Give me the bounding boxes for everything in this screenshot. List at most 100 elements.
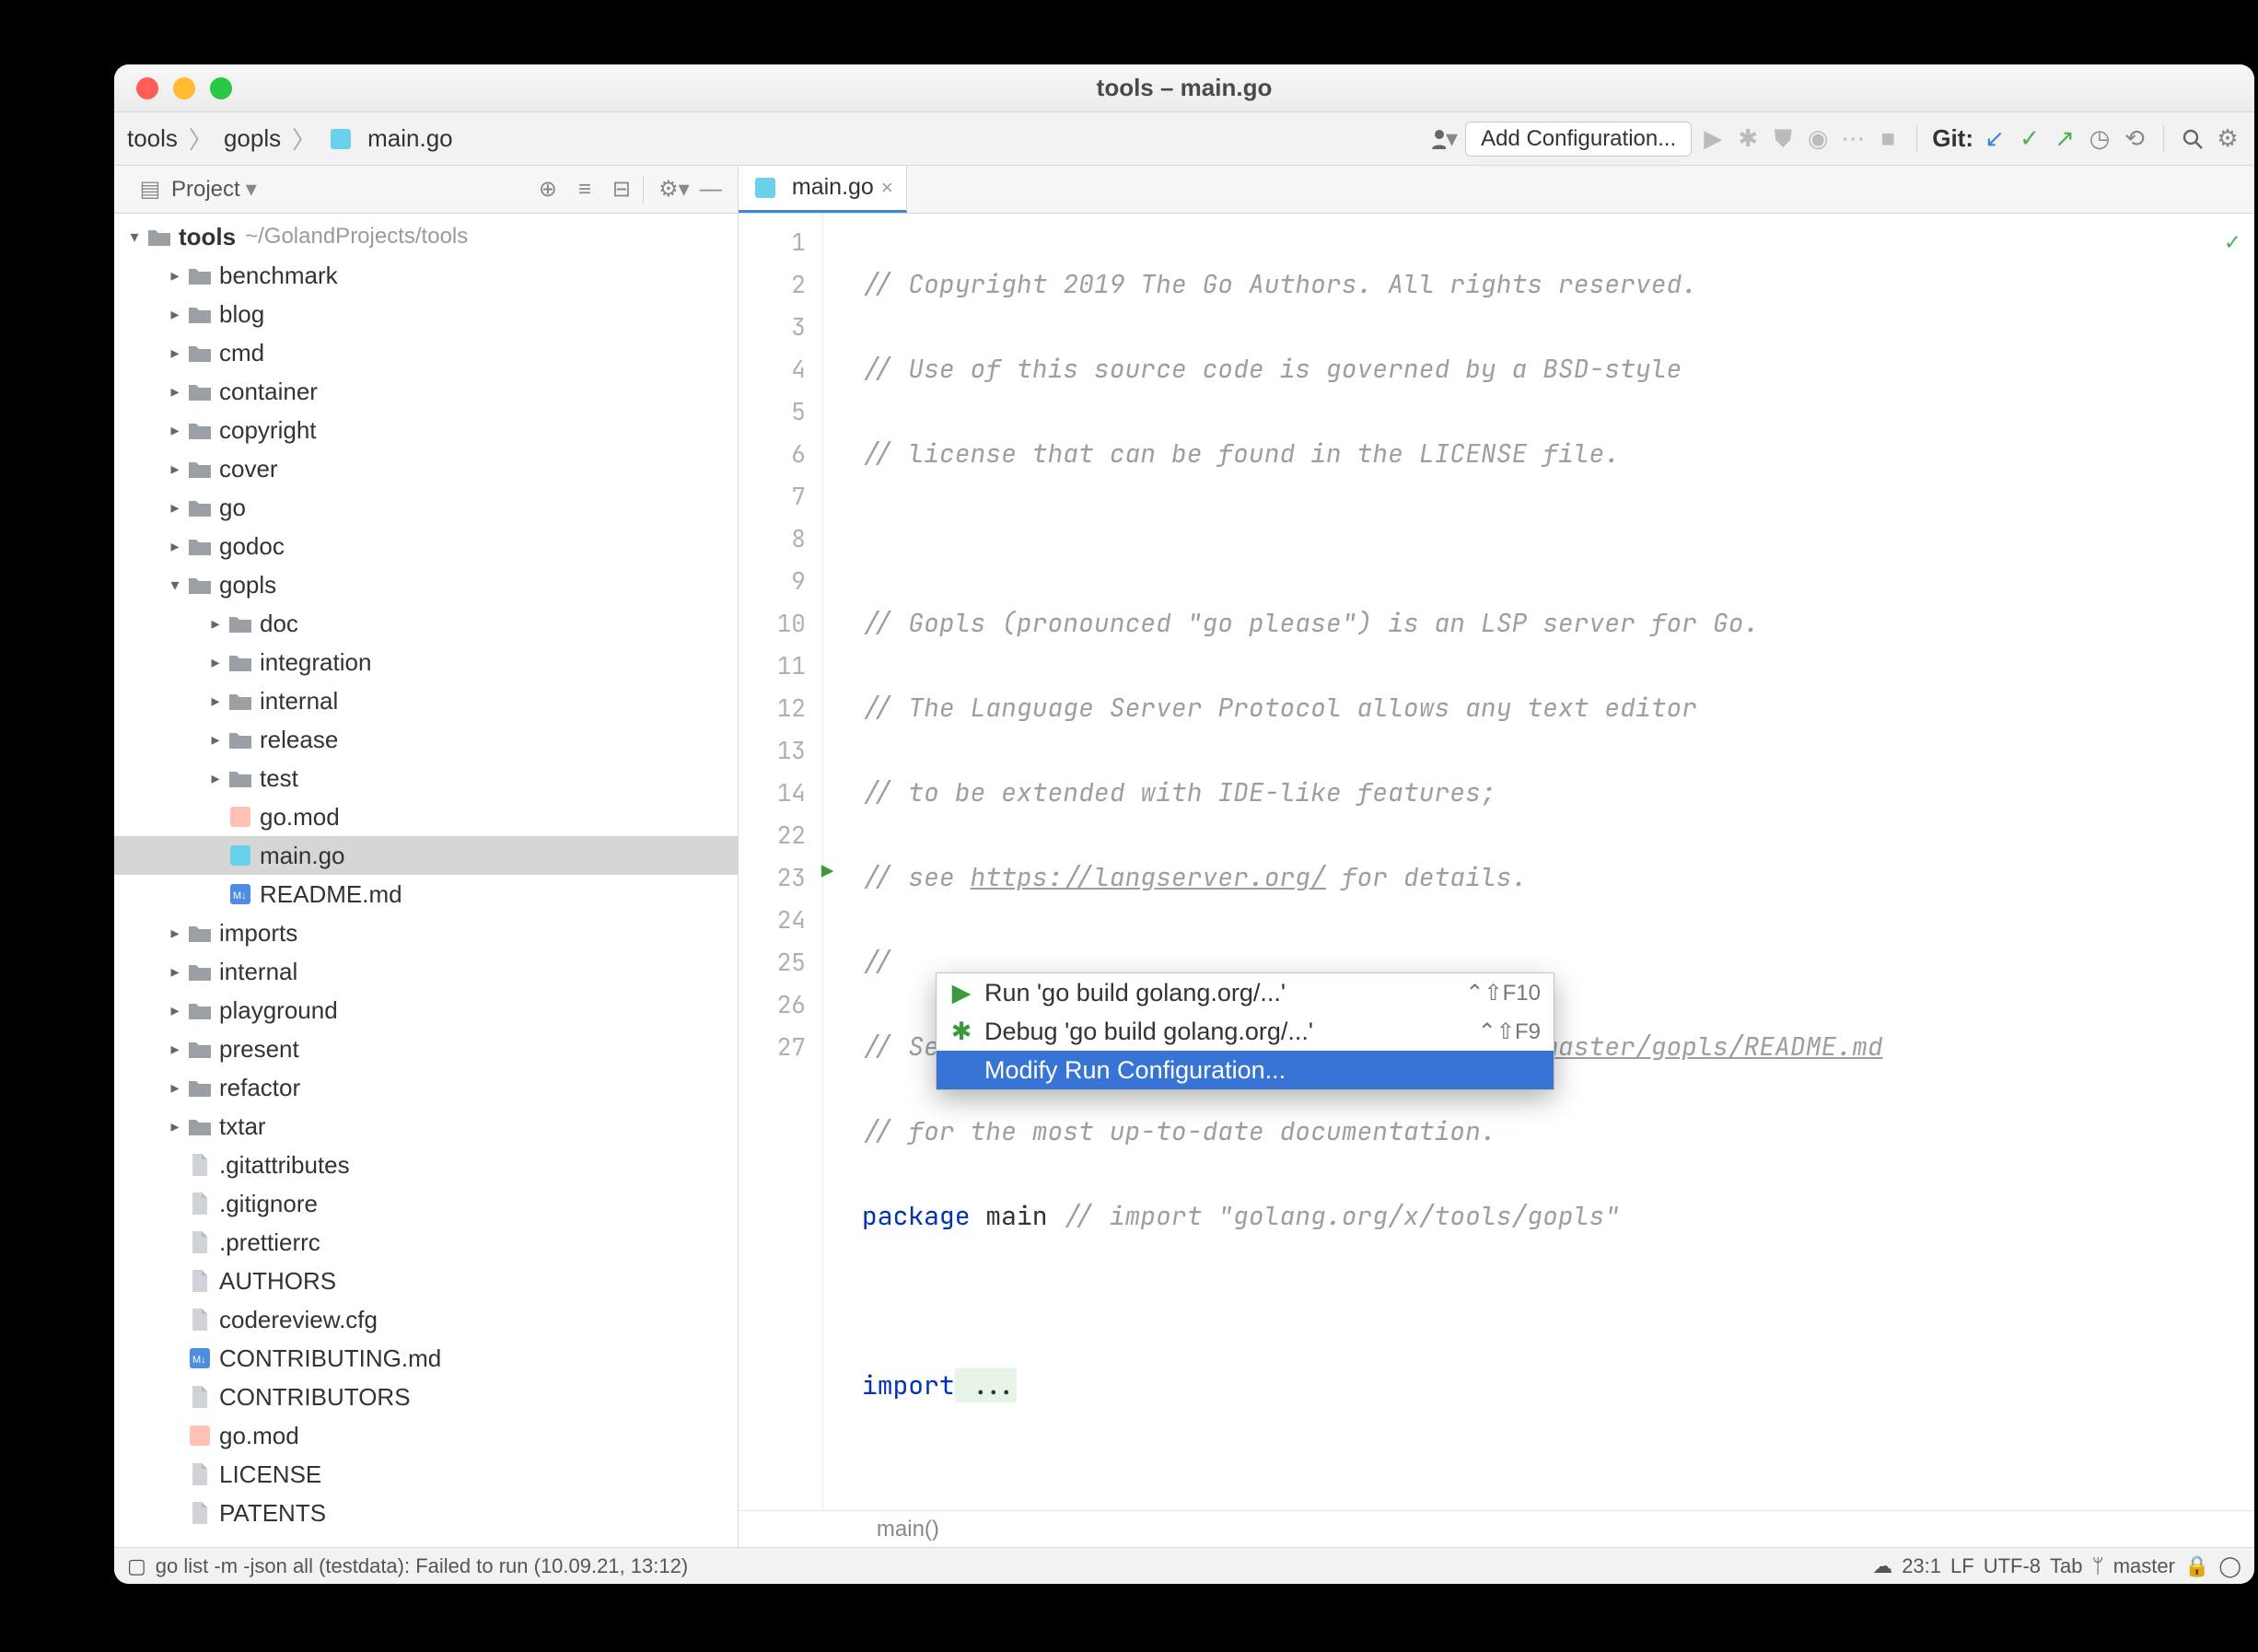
analysis-ok-icon[interactable]: ✓ xyxy=(2225,225,2240,257)
project-tool-title[interactable]: Project xyxy=(171,177,240,203)
tree-row[interactable]: LICENSE xyxy=(114,1455,738,1494)
disclosure-arrow-icon[interactable]: ▸ xyxy=(164,1040,186,1059)
tree-row[interactable]: ▸imports xyxy=(114,913,738,952)
file-encoding[interactable]: UTF-8 xyxy=(1984,1554,2041,1578)
disclosure-arrow-icon[interactable]: ▸ xyxy=(164,1117,186,1136)
tree-row[interactable]: ▸go xyxy=(114,488,738,527)
tree-row[interactable]: .gitattributes xyxy=(114,1146,738,1184)
tree-row[interactable]: ▸internal xyxy=(114,952,738,991)
tree-row[interactable]: ▸playground xyxy=(114,991,738,1030)
disclosure-arrow-icon[interactable]: ▸ xyxy=(204,653,227,672)
disclosure-arrow-icon[interactable]: ▸ xyxy=(164,498,186,518)
disclosure-arrow-icon[interactable]: ▸ xyxy=(164,537,186,556)
indent-setting[interactable]: Tab xyxy=(2050,1554,2082,1578)
tree-row[interactable]: ▸release xyxy=(114,720,738,759)
caret-position[interactable]: 23:1 xyxy=(1902,1554,1941,1578)
chevron-down-icon[interactable]: ▾ xyxy=(246,176,257,203)
tree-row[interactable]: ▸blog xyxy=(114,295,738,333)
run-icon[interactable]: ▶ xyxy=(1699,125,1727,153)
tree-row[interactable]: ▸test xyxy=(114,759,738,797)
tree-row[interactable]: ▸benchmark xyxy=(114,256,738,295)
rollback-icon[interactable]: ⟲ xyxy=(2121,125,2148,153)
collapse-all-icon[interactable]: ⊟ xyxy=(608,176,635,204)
disclosure-arrow-icon[interactable]: ▸ xyxy=(164,266,186,285)
search-icon[interactable] xyxy=(2179,125,2206,153)
tree-row[interactable]: ▸internal xyxy=(114,681,738,720)
tree-row[interactable]: go.mod xyxy=(114,797,738,836)
modify-run-config-action[interactable]: Modify Run Configuration... xyxy=(937,1051,1554,1089)
breadcrumb-file[interactable]: main.go xyxy=(367,124,453,153)
tree-row[interactable]: ▸container xyxy=(114,372,738,411)
tree-row[interactable]: .gitignore xyxy=(114,1184,738,1223)
structure-breadcrumb[interactable]: main() xyxy=(739,1510,2254,1547)
run-gutter-icon[interactable]: ▶ xyxy=(821,858,833,885)
disclosure-arrow-icon[interactable]: ▸ xyxy=(164,1001,186,1020)
tree-row[interactable]: PATENTS xyxy=(114,1494,738,1532)
disclosure-arrow-icon[interactable]: ▸ xyxy=(204,614,227,634)
tree-row[interactable]: ▸cover xyxy=(114,449,738,488)
titlebar[interactable]: tools – main.go xyxy=(114,64,2254,112)
debug-icon[interactable]: ✱ xyxy=(1734,125,1762,153)
disclosure-arrow-icon[interactable]: ▸ xyxy=(164,305,186,324)
tree-row[interactable]: CONTRIBUTORS xyxy=(114,1378,738,1416)
tab-main-go[interactable]: main.go × xyxy=(739,166,907,213)
settings-icon[interactable]: ⚙ xyxy=(2214,125,2241,153)
history-icon[interactable]: ◷ xyxy=(2086,125,2113,153)
tree-row[interactable]: main.go xyxy=(114,836,738,875)
push-icon[interactable]: ↗ xyxy=(2051,125,2078,153)
disclosure-arrow-icon[interactable]: ▸ xyxy=(164,421,186,440)
tool-windows-icon[interactable]: ▢ xyxy=(127,1554,146,1578)
git-branch[interactable]: master xyxy=(2113,1554,2175,1578)
tree-row[interactable]: ▸integration xyxy=(114,643,738,681)
disclosure-arrow-icon[interactable]: ▸ xyxy=(164,343,186,363)
lock-icon[interactable]: 🔒 xyxy=(2184,1554,2209,1578)
disclosure-arrow-icon[interactable]: ▸ xyxy=(164,924,186,943)
tree-row[interactable]: ▸cmd xyxy=(114,333,738,372)
disclosure-arrow-icon[interactable]: ▸ xyxy=(164,962,186,982)
tree-row[interactable]: ▾gopls xyxy=(114,565,738,604)
background-tasks-icon[interactable]: ◯ xyxy=(2218,1554,2241,1578)
minimize-window-button[interactable] xyxy=(173,77,195,99)
tree-row[interactable]: .prettierrc xyxy=(114,1223,738,1262)
add-configuration-button[interactable]: Add Configuration... xyxy=(1465,122,1692,157)
status-message[interactable]: go list -m -json all (testdata): Failed … xyxy=(156,1554,688,1578)
tree-row[interactable]: ▸present xyxy=(114,1030,738,1068)
disclosure-arrow-icon[interactable]: ▾ xyxy=(164,576,186,595)
tree-row[interactable]: ▸refactor xyxy=(114,1068,738,1107)
zoom-window-button[interactable] xyxy=(210,77,232,99)
breadcrumb-folder[interactable]: gopls xyxy=(224,124,281,153)
tree-row[interactable]: codereview.cfg xyxy=(114,1300,738,1339)
code-content[interactable]: // Copyright 2019 The Go Authors. All ri… xyxy=(855,214,2254,1510)
project-tree[interactable]: ▾ tools ~/GolandProjects/tools ▸benchmar… xyxy=(114,214,738,1547)
tree-row[interactable]: AUTHORS xyxy=(114,1262,738,1300)
disclosure-arrow-icon[interactable]: ▸ xyxy=(164,460,186,479)
disclosure-arrow-icon[interactable]: ▸ xyxy=(164,382,186,401)
profile-icon[interactable]: ◉ xyxy=(1804,125,1832,153)
disclosure-arrow-icon[interactable]: ▸ xyxy=(204,730,227,750)
update-project-icon[interactable]: ↙ xyxy=(1981,125,2008,153)
tree-root[interactable]: ▾ tools ~/GolandProjects/tools xyxy=(114,217,738,256)
tree-row[interactable]: ▸txtar xyxy=(114,1107,738,1146)
user-icon[interactable]: ▾ xyxy=(1430,125,1458,153)
tree-row[interactable]: ▸godoc xyxy=(114,527,738,565)
breadcrumb-root[interactable]: tools xyxy=(127,124,178,153)
tree-row[interactable]: ▸doc xyxy=(114,604,738,643)
hide-tool-icon[interactable]: — xyxy=(697,176,725,204)
code-editor[interactable]: ✓ 1234567891011121314222324252627 ▶ // C… xyxy=(739,214,2254,1510)
stop-icon[interactable]: ■ xyxy=(1874,125,1902,153)
cloud-icon[interactable]: ☁ xyxy=(1872,1554,1892,1578)
run-action[interactable]: ▶ Run 'go build golang.org/...' ⌃⇧F10 xyxy=(937,973,1554,1012)
tree-row[interactable]: M↓README.md xyxy=(114,875,738,913)
tree-row[interactable]: ▸copyright xyxy=(114,411,738,449)
tree-row[interactable]: M↓CONTRIBUTING.md xyxy=(114,1339,738,1378)
coverage-icon[interactable]: ⛊ xyxy=(1769,125,1797,153)
disclosure-arrow-icon[interactable]: ▸ xyxy=(204,692,227,711)
disclosure-arrow-icon[interactable]: ▸ xyxy=(204,769,227,788)
debug-action[interactable]: ✱ Debug 'go build golang.org/...' ⌃⇧F9 xyxy=(937,1012,1554,1051)
expand-all-icon[interactable]: ≡ xyxy=(571,176,599,204)
disclosure-arrow-icon[interactable]: ▸ xyxy=(164,1078,186,1098)
select-opened-file-icon[interactable]: ⊕ xyxy=(534,176,562,204)
attach-icon[interactable]: ⋯ xyxy=(1839,125,1867,153)
gear-icon[interactable]: ⚙▾ xyxy=(660,176,688,204)
tree-row[interactable]: go.mod xyxy=(114,1416,738,1455)
